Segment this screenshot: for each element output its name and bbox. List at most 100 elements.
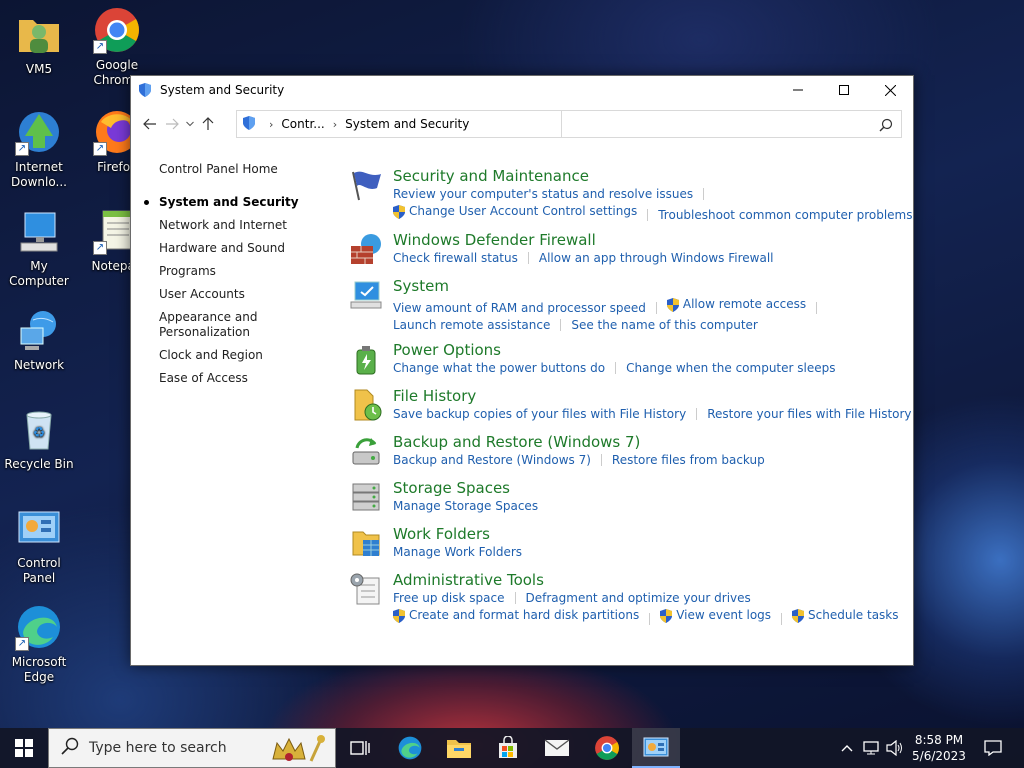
recent-locations-button[interactable] xyxy=(183,112,197,136)
link-backup-and-restore[interactable]: Backup and Restore (Windows 7) xyxy=(393,452,591,469)
breadcrumb-current[interactable]: System and Security xyxy=(345,117,469,131)
link-restore-files-file-history[interactable]: Restore your files with File History xyxy=(707,406,911,423)
chrome-icon xyxy=(595,736,619,760)
taskbar-clock[interactable]: 8:58 PM 5/6/2023 xyxy=(906,732,972,764)
taskbar-file-explorer[interactable] xyxy=(435,728,483,768)
category-title-link[interactable]: Storage Spaces xyxy=(393,478,510,498)
search-box[interactable] xyxy=(561,110,902,138)
desktop-icon-label: VM5 xyxy=(25,62,53,76)
show-hidden-icons-button[interactable] xyxy=(836,728,858,768)
link-troubleshoot[interactable]: Troubleshoot common computer problems xyxy=(658,207,912,224)
nav-network-and-internet[interactable]: Network and Internet xyxy=(159,218,319,233)
shortcut-arrow-icon: ↗ xyxy=(93,40,107,54)
system-security-shield-icon xyxy=(137,82,153,98)
nav-programs[interactable]: Programs xyxy=(159,264,319,279)
shortcut-arrow-icon: ↗ xyxy=(93,241,107,255)
taskbar-control-panel[interactable] xyxy=(632,728,680,768)
show-desktop-button[interactable] xyxy=(1012,728,1024,768)
link-restore-files-from-backup[interactable]: Restore files from backup xyxy=(612,452,765,469)
desktop-icon-edge[interactable]: ↗ Microsoft Edge xyxy=(0,603,78,685)
network-tray-button[interactable] xyxy=(860,728,882,768)
title-bar[interactable]: System and Security xyxy=(131,76,913,104)
category-title-link[interactable]: Security and Maintenance xyxy=(393,166,589,186)
breadcrumb-control-panel[interactable]: Contr... xyxy=(281,117,324,131)
link-text: View event logs xyxy=(676,608,772,622)
link-separator xyxy=(615,362,617,374)
link-free-up-disk-space[interactable]: Free up disk space xyxy=(393,590,505,607)
nav-clock-and-region[interactable]: Clock and Region xyxy=(159,348,319,363)
search-input[interactable] xyxy=(568,111,868,137)
uac-shield-icon xyxy=(393,608,405,623)
category-title-link[interactable]: Work Folders xyxy=(393,524,490,544)
desktop-icon-network[interactable]: Network xyxy=(0,306,78,373)
shortcut-arrow-icon: ↗ xyxy=(93,142,107,156)
taskbar-store[interactable] xyxy=(484,728,532,768)
link-manage-storage-spaces[interactable]: Manage Storage Spaces xyxy=(393,498,538,515)
link-computer-sleeps[interactable]: Change when the computer sleeps xyxy=(626,360,835,377)
link-separator xyxy=(514,592,516,604)
desktop-icon-control-panel[interactable]: Control Panel xyxy=(0,504,78,586)
nav-user-accounts[interactable]: User Accounts xyxy=(159,287,319,302)
link-separator xyxy=(703,188,705,200)
link-defragment[interactable]: Defragment and optimize your drives xyxy=(526,590,751,607)
flag-icon xyxy=(349,168,383,202)
link-review-status[interactable]: Review your computer's status and resolv… xyxy=(393,186,693,203)
link-view-ram[interactable]: View amount of RAM and processor speed xyxy=(393,300,646,317)
nav-hardware-and-sound[interactable]: Hardware and Sound xyxy=(159,241,319,256)
search-icon xyxy=(61,737,79,759)
category-title-link[interactable]: File History xyxy=(393,386,476,406)
control-panel-home-link[interactable]: Control Panel Home xyxy=(159,162,319,176)
link-separator xyxy=(560,318,562,331)
category-title-link[interactable]: Windows Defender Firewall xyxy=(393,230,596,250)
forward-button[interactable] xyxy=(161,112,183,136)
task-view-button[interactable] xyxy=(336,728,384,768)
link-create-format-partitions[interactable]: Create and format hard disk partitions xyxy=(393,607,639,624)
link-save-backup-copies[interactable]: Save backup copies of your files with Fi… xyxy=(393,406,686,423)
category-title-link[interactable]: System xyxy=(393,276,449,296)
category-title-link[interactable]: Backup and Restore (Windows 7) xyxy=(393,432,640,452)
link-schedule-tasks[interactable]: Schedule tasks xyxy=(792,607,899,624)
control-panel-icon xyxy=(643,737,669,757)
desktop-icon-vm5[interactable]: VM5 xyxy=(0,10,78,77)
taskbar-chrome[interactable] xyxy=(583,728,631,768)
link-power-buttons[interactable]: Change what the power buttons do xyxy=(393,360,605,377)
category-storage-spaces: Storage Spaces Manage Storage Spaces xyxy=(349,478,889,515)
taskbar: Type here to search 8:58 PM 5/6/2023 xyxy=(0,728,1024,768)
close-button[interactable] xyxy=(867,76,913,104)
minimize-button[interactable] xyxy=(775,76,821,104)
link-see-computer-name[interactable]: See the name of this computer xyxy=(571,317,758,334)
link-allow-app[interactable]: Allow an app through Windows Firewall xyxy=(539,250,774,267)
up-button[interactable] xyxy=(197,112,219,136)
windows-logo-icon xyxy=(15,739,33,757)
uac-shield-icon xyxy=(666,297,679,312)
start-button[interactable] xyxy=(0,728,48,768)
desktop-icon-my-computer[interactable]: My Computer xyxy=(0,207,78,289)
link-view-event-logs[interactable]: View event logs xyxy=(660,607,771,624)
work-folders-icon xyxy=(349,526,383,560)
back-button[interactable] xyxy=(139,112,161,136)
link-change-uac[interactable]: Change User Account Control settings xyxy=(393,203,637,220)
link-allow-remote-access[interactable]: Allow remote access xyxy=(666,296,806,313)
desktop-icon-idm[interactable]: ↗ Internet Downlo... xyxy=(0,108,78,190)
link-launch-remote-assistance[interactable]: Launch remote assistance xyxy=(393,317,550,334)
nav-system-and-security[interactable]: System and Security xyxy=(144,195,319,210)
desktop-icon-label: My Computer xyxy=(9,259,69,288)
link-manage-work-folders[interactable]: Manage Work Folders xyxy=(393,544,522,561)
category-title-link[interactable]: Administrative Tools xyxy=(393,570,544,590)
category-title-link[interactable]: Power Options xyxy=(393,340,501,360)
notification-icon xyxy=(984,740,1002,756)
file-history-icon xyxy=(349,388,383,422)
nav-ease-of-access[interactable]: Ease of Access xyxy=(159,371,319,386)
volume-tray-button[interactable] xyxy=(884,728,906,768)
taskbar-search-box[interactable]: Type here to search xyxy=(48,728,336,768)
desktop-icon-label: Control Panel xyxy=(17,556,61,585)
search-icon[interactable] xyxy=(879,117,893,136)
nav-appearance-and-personalization[interactable]: Appearance and Personalization xyxy=(159,310,269,340)
taskbar-edge[interactable] xyxy=(386,728,434,768)
desktop-icon-recycle-bin[interactable]: ♻ Recycle Bin xyxy=(0,405,78,472)
link-check-firewall-status[interactable]: Check firewall status xyxy=(393,250,518,267)
taskbar-mail[interactable] xyxy=(533,728,581,768)
action-center-button[interactable] xyxy=(976,728,1010,768)
maximize-icon xyxy=(839,85,849,95)
maximize-button[interactable] xyxy=(821,76,867,104)
